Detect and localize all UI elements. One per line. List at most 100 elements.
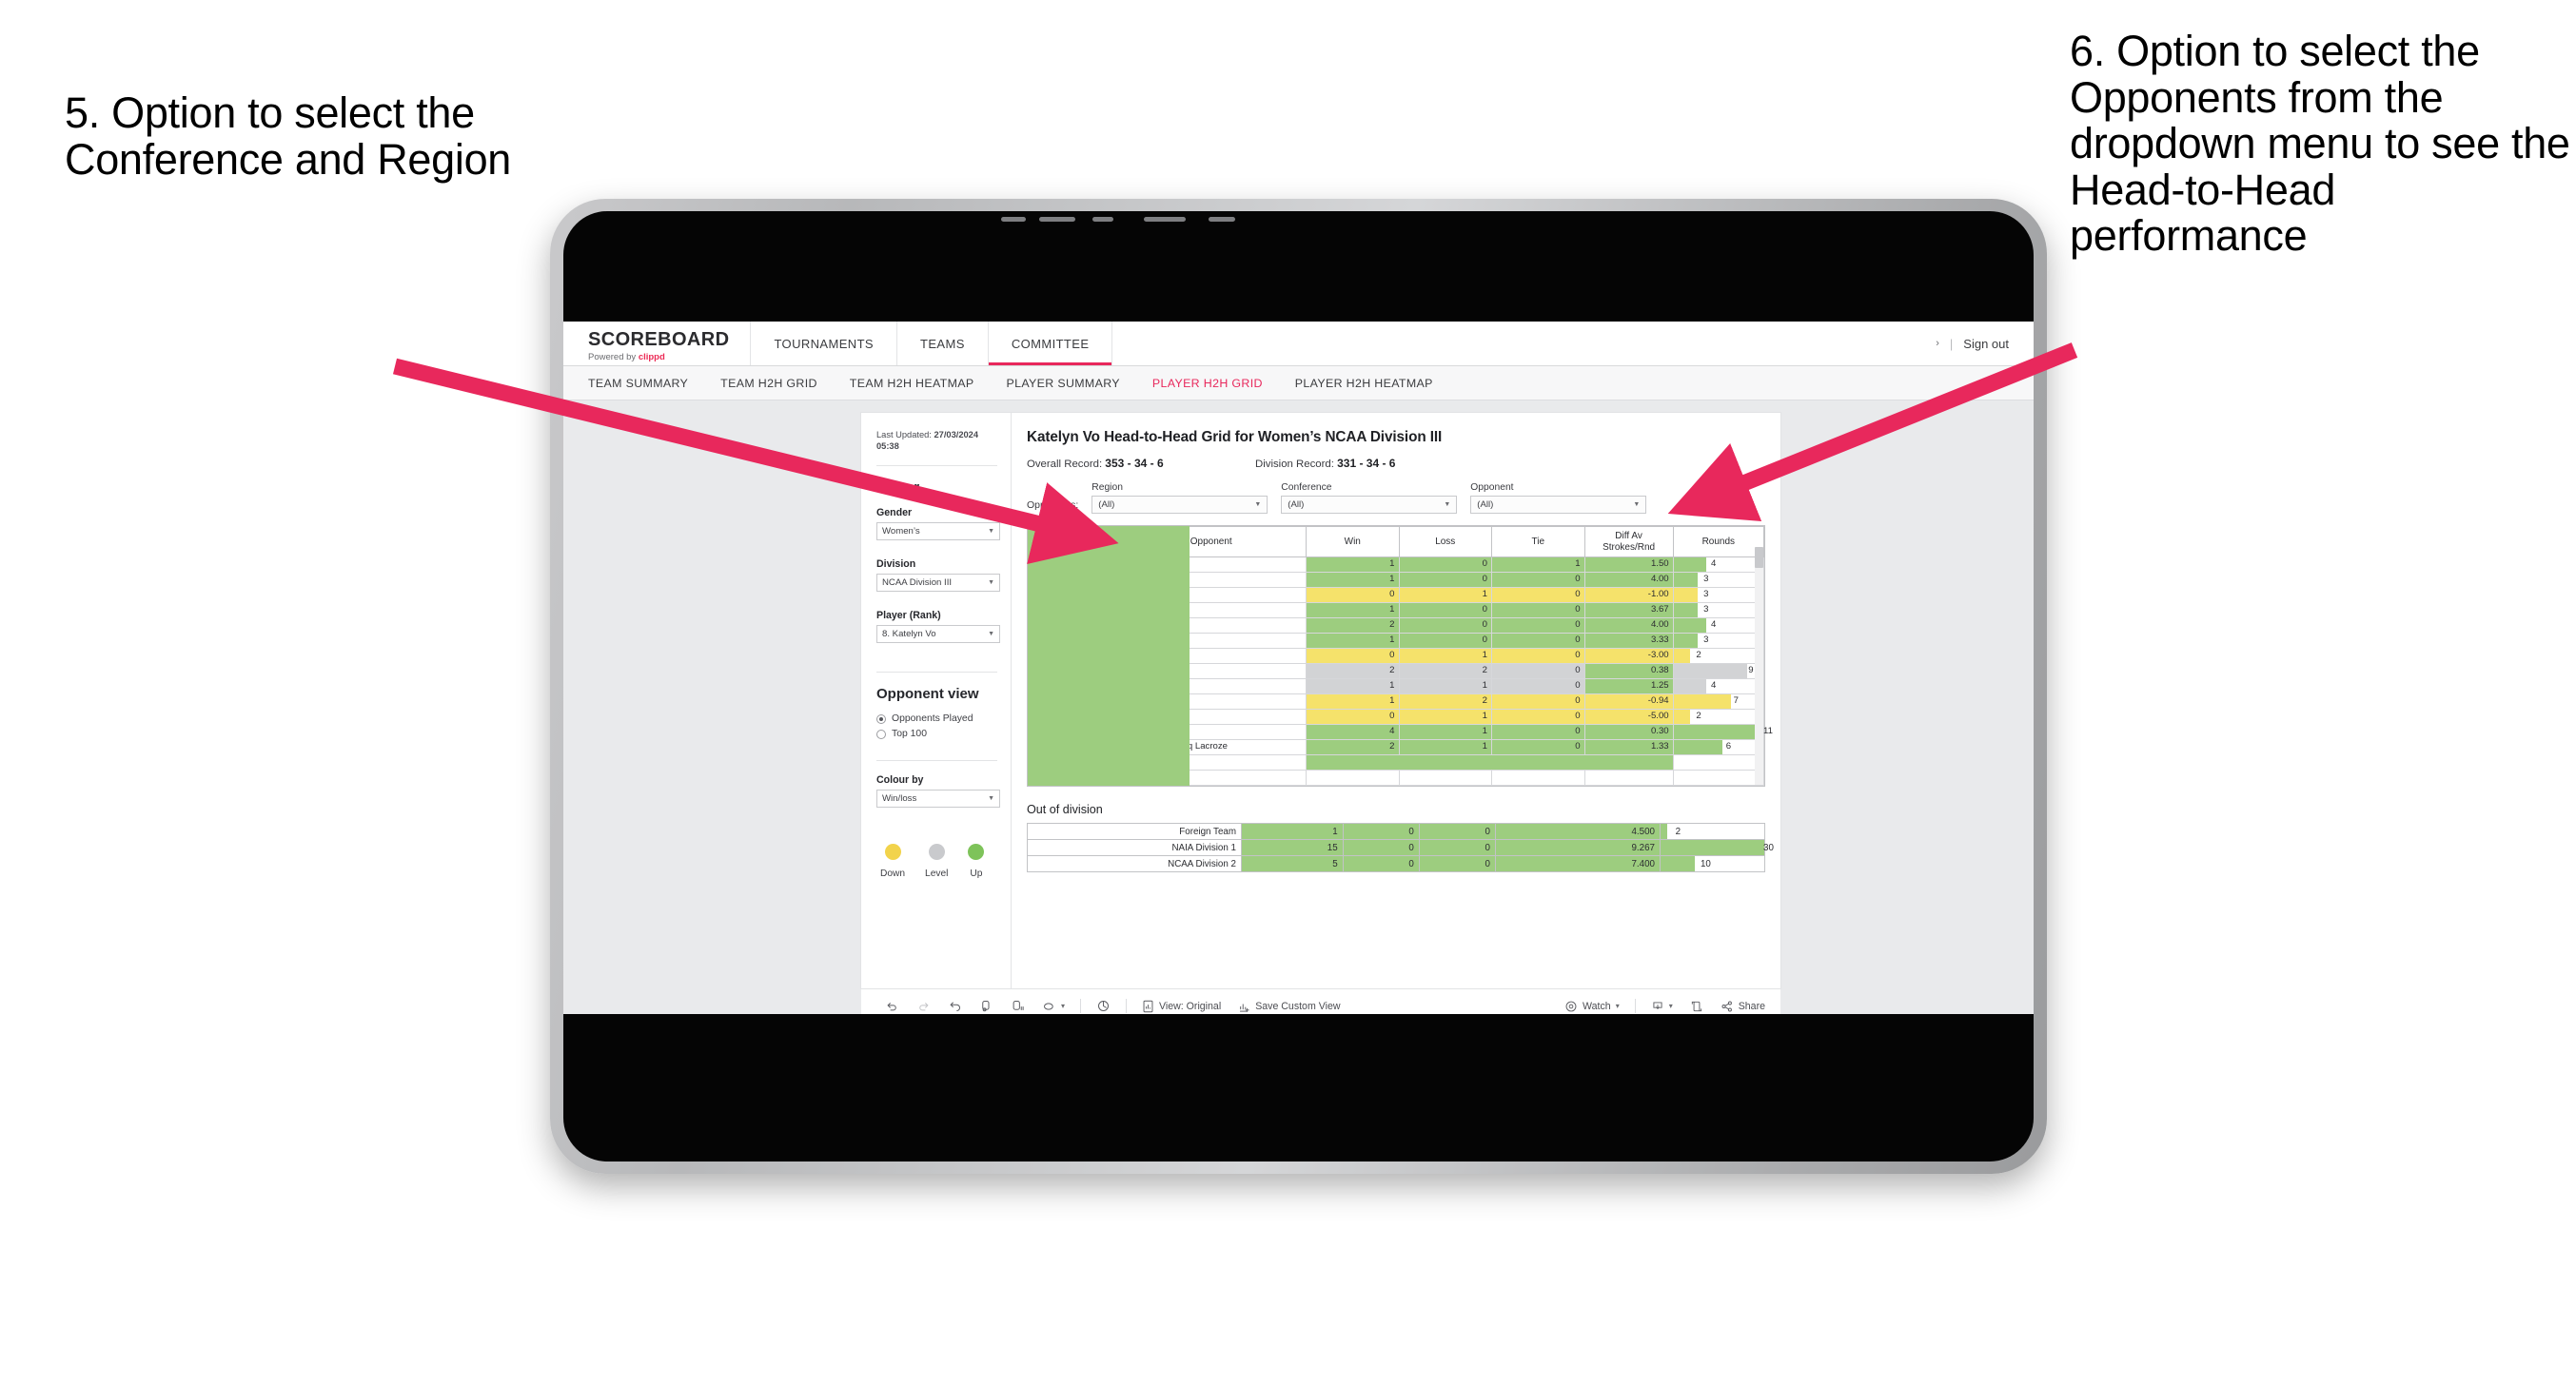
revert-button[interactable] (939, 999, 971, 1013)
cell-rounds: 7 (1672, 693, 1765, 710)
brand-tagline-accent: clippd (638, 351, 665, 362)
cell-win: 1 (1305, 556, 1400, 573)
rounds-bar (1661, 840, 1764, 855)
region-filter-select[interactable]: (All) ▼ (1091, 496, 1268, 514)
cell-blank-diff (1583, 770, 1674, 786)
cell-diff: 3.67 (1583, 602, 1674, 618)
tab-player-summary[interactable]: PLAYER SUMMARY (1006, 377, 1119, 390)
conference-filter-value: (All) (1288, 499, 1305, 510)
grid-scroll-track[interactable] (1755, 547, 1763, 785)
division-select[interactable]: NCAA Division III ▼ (876, 574, 1000, 593)
presentation-button[interactable] (1088, 999, 1119, 1013)
pause-button[interactable] (1002, 999, 1033, 1013)
player-rank-select[interactable]: 8. Katelyn Vo ▼ (876, 625, 1000, 644)
cell-loss: 1 (1398, 739, 1493, 755)
chevron-down-icon: ▼ (1444, 501, 1451, 508)
nav-item-committee[interactable]: COMMITTEE (989, 322, 1113, 365)
chevron-down-icon: ▼ (1633, 501, 1641, 508)
fullscreen-button[interactable] (1681, 1000, 1712, 1013)
rounds-bar (1673, 557, 1706, 572)
brand-name: SCOREBOARD (588, 328, 730, 350)
cell-blank-loss (1398, 770, 1493, 786)
caret-icon: ▾ (1061, 1002, 1066, 1010)
cell-win: 1 (1305, 693, 1400, 710)
conference-filter-select[interactable]: (All) ▼ (1281, 496, 1458, 514)
cell-blank-rounds (1672, 770, 1765, 786)
radio-opponents-played[interactable]: Opponents Played (876, 713, 1011, 724)
legend-dot-down (884, 844, 901, 861)
nav-item-tournaments[interactable]: TOURNAMENTS (751, 322, 898, 365)
annotation-6-text: 6. Option to select the Opponents from t… (2070, 27, 2570, 261)
sign-out-link[interactable]: Sign out (1963, 337, 2009, 351)
col-rounds: Rounds (1672, 526, 1765, 557)
rounds-bar (1673, 573, 1699, 587)
nav-right-group: › | Sign out (1936, 322, 2034, 365)
tab-team-h2h-grid[interactable]: TEAM H2H GRID (720, 377, 817, 390)
radio-top-100[interactable]: Top 100 (876, 729, 1011, 739)
opponent-filter-group: Opponent (All) ▼ (1470, 482, 1647, 514)
rounds-value: 3 (1703, 589, 1709, 600)
refresh-button[interactable] (971, 999, 1002, 1013)
redo-button[interactable] (908, 999, 939, 1013)
gender-label: Gender (876, 507, 913, 519)
cell-partial-rounds (1028, 526, 1765, 786)
view-shape-dropdown[interactable]: ▾ (1033, 1001, 1073, 1012)
cell-rounds: 9 (1672, 663, 1765, 679)
col-win: Win (1305, 526, 1400, 557)
tab-player-h2h-grid[interactable]: PLAYER H2H GRID (1152, 377, 1263, 390)
opponent-filter-label: Opponent (1470, 482, 1514, 493)
rounds-bar (1673, 634, 1699, 648)
cell-loss: 1 (1398, 678, 1493, 694)
table-row[interactable]: NCAA Division 2 5 0 0 7.400 10 (1027, 855, 1765, 872)
cell-loss: 2 (1398, 693, 1493, 710)
last-updated-label: Last Updated: (876, 430, 934, 439)
table-row[interactable]: Foreign Team 1 0 0 4.500 2 (1027, 823, 1765, 840)
cell-ood-diff: 4.500 (1494, 823, 1662, 840)
save-custom-view-button[interactable]: Save Custom View (1229, 1000, 1348, 1013)
watch-button[interactable]: Watch ▾ (1556, 1000, 1628, 1013)
col-loss: Loss (1398, 526, 1493, 557)
rounds-value: 30 (1763, 842, 1774, 853)
rounds-value: 2 (1675, 826, 1681, 837)
opponent-filter-select[interactable]: (All) ▼ (1470, 496, 1647, 514)
cell-tie: 0 (1491, 602, 1585, 618)
cell-loss: 1 (1398, 724, 1493, 740)
table-row[interactable]: NAIA Division 1 15 0 0 9.267 30 (1027, 839, 1774, 856)
radio-icon (876, 713, 886, 724)
chevron-right-icon[interactable]: › (1936, 338, 1939, 349)
download-button[interactable]: ▾ (1642, 1000, 1681, 1013)
cell-loss: 0 (1398, 572, 1493, 588)
tab-team-h2h-heatmap[interactable]: TEAM H2H HEATMAP (850, 377, 974, 390)
nav-item-teams[interactable]: TEAMS (897, 322, 989, 365)
view-original-button[interactable]: View: Original (1133, 1000, 1229, 1013)
undo-button[interactable] (876, 999, 908, 1013)
opponent-filters: Opponents: Region (All) ▼ Conference (Al… (1027, 482, 1765, 514)
rounds-bar (1673, 603, 1699, 617)
colour-by-select[interactable]: Win/loss ▼ (876, 790, 1000, 809)
share-button[interactable]: Share (1712, 1000, 1780, 1013)
legend-item-down: Down (880, 844, 905, 879)
cell-win: 4 (1305, 724, 1400, 740)
rounds-value: 6 (1725, 741, 1732, 752)
conference-filter-label: Conference (1281, 482, 1332, 493)
grid-scrollbar-thumb[interactable] (1755, 547, 1763, 568)
dashboard-card: Last Updated: 27/03/2024 05:38 Player Ge… (861, 413, 1780, 988)
cell-rounds: 3 (1672, 587, 1765, 603)
cell-tie: 0 (1491, 724, 1585, 740)
cell-rounds: 3 (1672, 572, 1765, 588)
cell-ood-rounds: 10 (1660, 855, 1765, 872)
rounds-value: 4 (1711, 680, 1717, 692)
table-row-partial (1028, 526, 1765, 786)
tab-player-h2h-heatmap[interactable]: PLAYER H2H HEATMAP (1295, 377, 1433, 390)
toolbar-divider-1 (1080, 999, 1082, 1013)
cell-ood-name: NCAA Division 2 (1027, 855, 1242, 872)
brand-logo[interactable]: SCOREBOARD Powered by clippd (563, 322, 752, 365)
cell-blank-tie (1491, 770, 1585, 786)
tab-team-summary[interactable]: TEAM SUMMARY (588, 377, 688, 390)
rounds-bar (1673, 618, 1706, 633)
cell-tie: 0 (1491, 633, 1585, 649)
gender-select[interactable]: Women’s ▼ (876, 522, 1000, 541)
cell-ood-loss: 0 (1342, 855, 1420, 872)
brand-tagline: Powered by clippd (588, 352, 729, 362)
